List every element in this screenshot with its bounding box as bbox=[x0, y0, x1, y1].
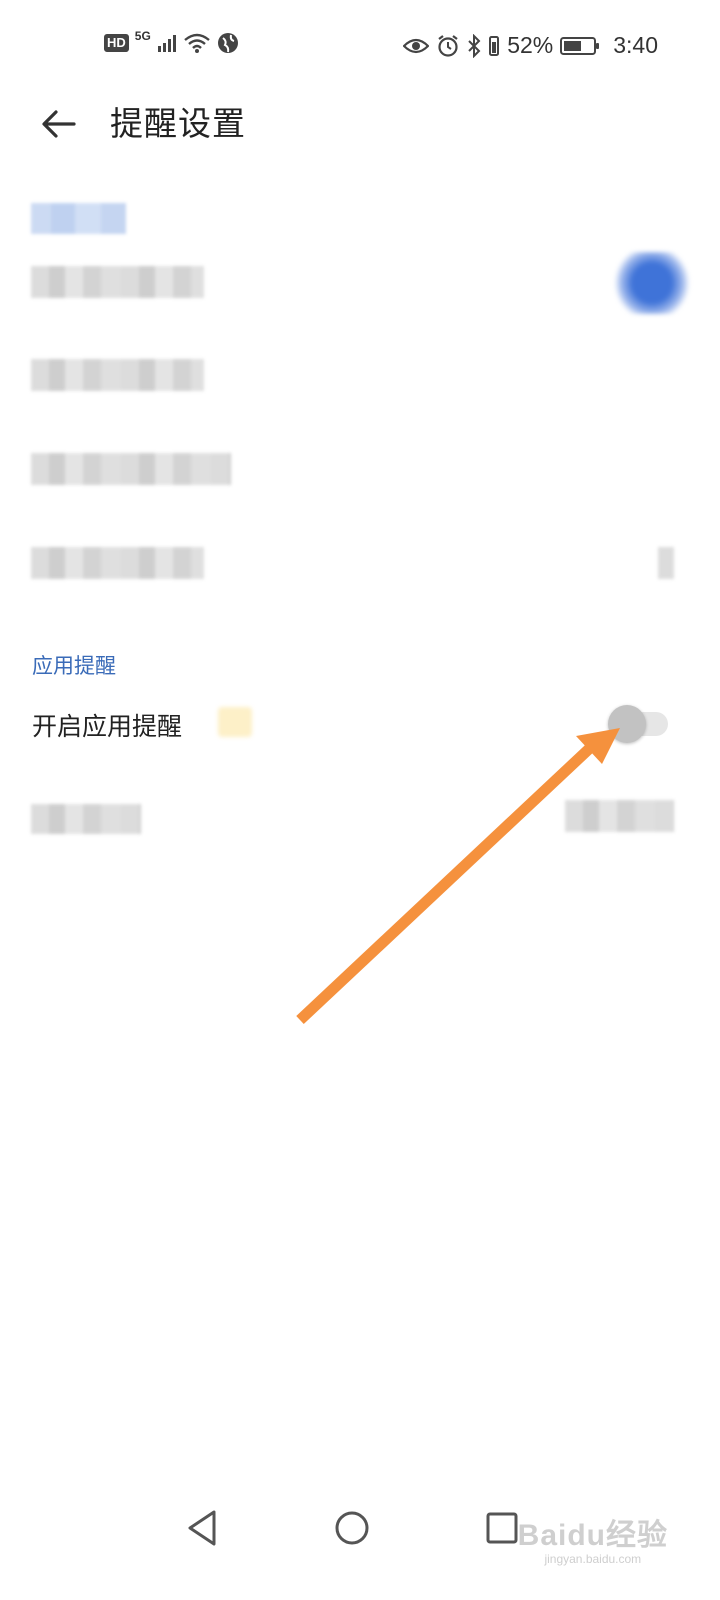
redacted-section-header bbox=[31, 203, 126, 234]
redacted-setting-row-4[interactable] bbox=[31, 547, 204, 579]
clock-time: 3:40 bbox=[613, 32, 658, 58]
enable-app-reminder-label: 开启应用提醒 bbox=[32, 712, 183, 741]
redacted-badge bbox=[218, 707, 252, 737]
app-header: 提醒设置 bbox=[0, 95, 720, 155]
network-type-label: 5G bbox=[134, 29, 151, 43]
redacted-setting-row-2[interactable] bbox=[31, 359, 204, 391]
redacted-row-4-value bbox=[658, 547, 674, 579]
redacted-setting-row-5[interactable] bbox=[31, 804, 141, 834]
status-left: HD 5G bbox=[104, 29, 239, 54]
nav-back-icon[interactable] bbox=[172, 1498, 232, 1558]
watermark-url: jingyan.baidu.com bbox=[544, 1552, 642, 1566]
hd-badge: HD bbox=[104, 34, 129, 52]
status-right: 52% 3:40 bbox=[403, 32, 658, 59]
screen: HD 5G 52% 3:40 提醒设置 应用提醒 开启应用提醒 Baidu经验 … bbox=[0, 0, 720, 1600]
redacted-status-indicator bbox=[612, 252, 692, 314]
status-bar: HD 5G 52% 3:40 bbox=[0, 0, 720, 90]
back-arrow-icon[interactable] bbox=[36, 101, 82, 147]
enable-app-reminder-toggle[interactable] bbox=[608, 705, 670, 743]
redacted-row-5-value bbox=[565, 800, 674, 832]
redacted-setting-row-3[interactable] bbox=[31, 453, 231, 485]
battery-percent: 52% bbox=[507, 32, 554, 58]
toggle-knob bbox=[608, 705, 646, 743]
wifi-icon bbox=[184, 33, 210, 53]
eye-icon bbox=[403, 38, 430, 53]
watermark-main: Baidu经验 bbox=[517, 1519, 668, 1552]
battery-icon bbox=[560, 36, 600, 55]
redacted-setting-row-1[interactable] bbox=[31, 266, 204, 298]
globe-icon bbox=[217, 33, 238, 53]
nav-home-icon[interactable] bbox=[322, 1498, 382, 1558]
baidu-jingyan-watermark: Baidu经验 jingyan.baidu.com bbox=[518, 1510, 668, 1566]
section-header-app-reminder: 应用提醒 bbox=[32, 654, 116, 678]
bluetooth-icon bbox=[468, 33, 481, 58]
signal-icon bbox=[157, 35, 176, 52]
page-title: 提醒设置 bbox=[110, 104, 246, 143]
vibrate-icon bbox=[489, 35, 500, 56]
alarm-icon bbox=[438, 34, 458, 57]
